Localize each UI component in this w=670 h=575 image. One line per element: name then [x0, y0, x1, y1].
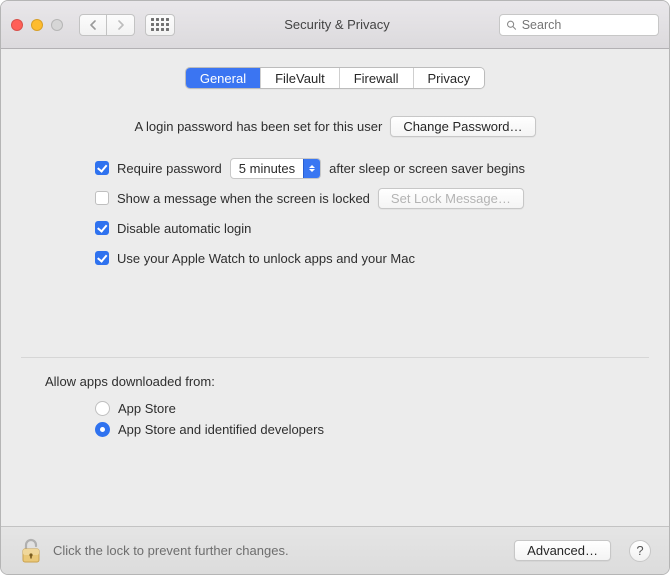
show-all-button[interactable]: [145, 14, 175, 36]
search-icon: [506, 19, 517, 31]
section-divider: [21, 357, 649, 358]
advanced-button[interactable]: Advanced…: [514, 540, 611, 561]
allow-apps-heading: Allow apps downloaded from:: [45, 374, 625, 389]
require-password-delay-select[interactable]: 5 minutes: [230, 158, 321, 179]
disable-auto-login-checkbox[interactable]: [95, 221, 109, 235]
identified-developers-radio[interactable]: [95, 422, 110, 437]
minimize-icon[interactable]: [31, 19, 43, 31]
require-password-checkbox[interactable]: [95, 161, 109, 175]
security-privacy-window: Security & Privacy General FileVault Fir…: [0, 0, 670, 575]
change-password-button[interactable]: Change Password…: [390, 116, 535, 137]
downloads-section: Allow apps downloaded from: App Store Ap…: [21, 374, 649, 443]
require-password-label: Require password: [117, 161, 222, 176]
login-section: A login password has been set for this u…: [21, 115, 649, 277]
forward-button[interactable]: [107, 14, 135, 36]
identified-developers-label: App Store and identified developers: [118, 422, 324, 437]
close-icon[interactable]: [11, 19, 23, 31]
maximize-icon: [51, 19, 63, 31]
footer: Click the lock to prevent further change…: [1, 526, 669, 574]
grid-icon: [151, 18, 169, 31]
app-store-label: App Store: [118, 401, 176, 416]
set-lock-message-button: Set Lock Message…: [378, 188, 524, 209]
tab-filevault[interactable]: FileVault: [261, 68, 340, 88]
search-input[interactable]: [522, 18, 652, 32]
apple-watch-unlock-checkbox[interactable]: [95, 251, 109, 265]
tab-general[interactable]: General: [186, 68, 261, 88]
app-store-radio[interactable]: [95, 401, 110, 416]
back-button[interactable]: [79, 14, 107, 36]
login-password-set-label: A login password has been set for this u…: [134, 119, 382, 134]
lock-icon[interactable]: [19, 537, 43, 565]
help-button[interactable]: ?: [629, 540, 651, 562]
body: General FileVault Firewall Privacy A log…: [1, 49, 669, 526]
search-field[interactable]: [499, 14, 659, 36]
traffic-lights: [11, 19, 63, 31]
updown-icon: [303, 159, 320, 178]
lock-hint-label: Click the lock to prevent further change…: [53, 543, 289, 558]
window-title: Security & Privacy: [185, 17, 489, 32]
show-message-checkbox[interactable]: [95, 191, 109, 205]
disable-auto-login-label: Disable automatic login: [117, 221, 251, 236]
tab-firewall[interactable]: Firewall: [340, 68, 414, 88]
tab-bar: General FileVault Firewall Privacy: [21, 67, 649, 89]
titlebar: Security & Privacy: [1, 1, 669, 49]
show-message-label: Show a message when the screen is locked: [117, 191, 370, 206]
tab-privacy[interactable]: Privacy: [414, 68, 485, 88]
require-password-delay-value: 5 minutes: [239, 161, 303, 176]
nav-back-forward: [79, 14, 135, 36]
after-sleep-label: after sleep or screen saver begins: [329, 161, 525, 176]
apple-watch-unlock-label: Use your Apple Watch to unlock apps and …: [117, 251, 415, 266]
